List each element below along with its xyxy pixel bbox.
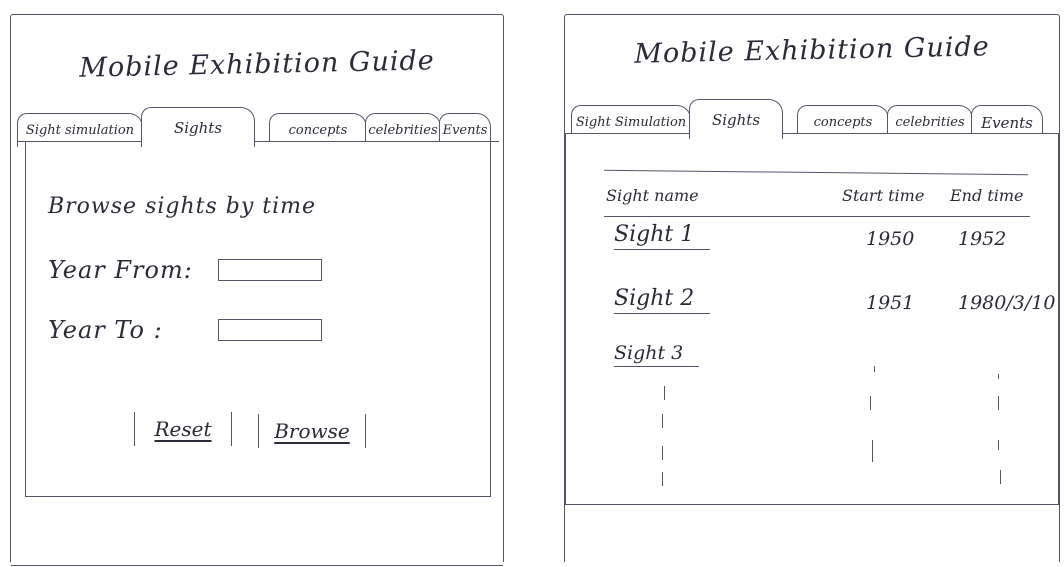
continuation-mark (874, 366, 875, 372)
browse-form-panel: Browse sights by time Year From: Year To… (25, 141, 491, 497)
year-to-input[interactable] (218, 319, 322, 341)
bottom-divider (11, 565, 503, 566)
form-heading: Browse sights by time (48, 194, 317, 219)
sight-name-link[interactable]: Sight 2 (614, 286, 711, 314)
year-to-row: Year To : (48, 316, 322, 344)
browse-button[interactable]: Browse (258, 414, 366, 448)
continuation-mark (872, 440, 873, 462)
continuation-mark (998, 440, 999, 450)
continuation-mark (664, 386, 665, 400)
continuation-mark (998, 374, 999, 379)
sight-name-link[interactable]: Sight 1 (614, 222, 711, 250)
continuation-mark (662, 414, 663, 428)
year-from-input[interactable] (218, 259, 322, 281)
table-row[interactable]: Sight 3 (604, 342, 1030, 378)
table-row[interactable]: Sight 1 1950 1952 (604, 222, 1030, 258)
sight-name-link[interactable]: Sight 3 (614, 342, 700, 367)
year-from-label: Year From: (48, 256, 193, 284)
continuation-mark (662, 446, 663, 460)
table-header: Sight name Start time End time (604, 186, 1030, 217)
continuation-mark (998, 396, 999, 410)
table-row[interactable]: Sight 2 1951 1980/3/10 (604, 286, 1055, 322)
end-time-cell: 1952 (958, 228, 1007, 250)
year-from-row: Year From: (48, 256, 322, 284)
year-to-label: Year To : (48, 316, 163, 344)
continuation-mark (870, 396, 871, 410)
start-time-cell: 1951 (866, 292, 915, 314)
end-time-cell: 1980/3/10 (958, 292, 1056, 314)
phone-screen-sights-list: Mobile Exhibition Guide Sight Simulation… (564, 14, 1060, 562)
header-sight-name: Sight name (606, 186, 699, 205)
tab-sights[interactable]: Sights (689, 99, 783, 139)
app-title: Mobile Exhibition Guide (633, 31, 991, 70)
phone-screen-browse-by-time: Mobile Exhibition Guide Sight simulation… (10, 14, 504, 566)
app-title: Mobile Exhibition Guide (78, 45, 436, 84)
continuation-mark (662, 472, 663, 486)
header-end-time: End time (950, 186, 1024, 205)
continuation-mark (1000, 470, 1001, 484)
sights-table-panel: Sight name Start time End time Sight 1 1… (565, 133, 1059, 505)
start-time-cell: 1950 (866, 228, 915, 250)
tab-sights[interactable]: Sights (141, 107, 255, 147)
table-top-border (604, 169, 1028, 176)
header-start-time: Start time (842, 186, 925, 205)
reset-button[interactable]: Reset (134, 412, 232, 446)
